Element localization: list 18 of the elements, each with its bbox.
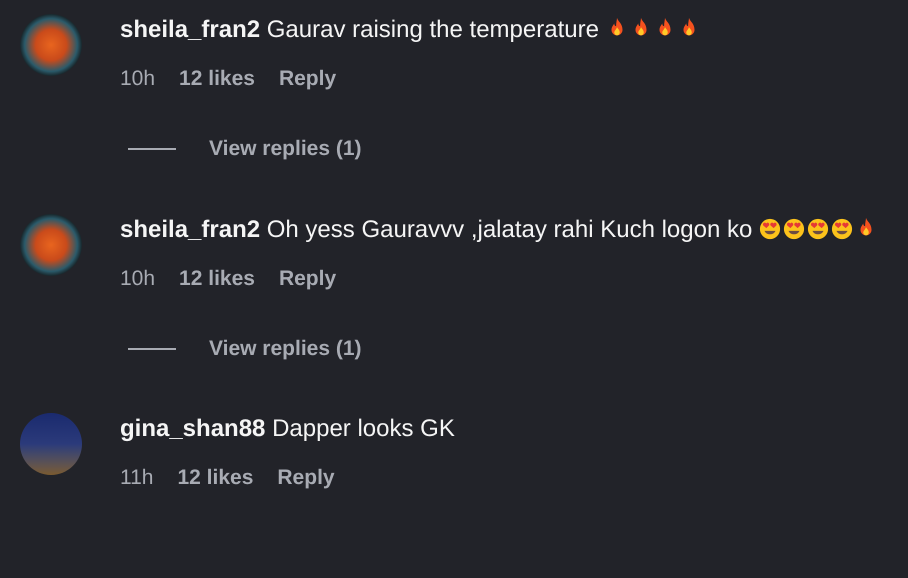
heart-eyes-face-icon (807, 218, 829, 240)
comment-time: 11h (120, 465, 154, 491)
view-replies-button[interactable]: View replies (1) (209, 333, 362, 365)
reply-button[interactable]: Reply (277, 460, 335, 496)
comment-time: 10h (120, 66, 156, 92)
likes-link[interactable]: 12 likes (177, 460, 254, 496)
comment-text: gina_shan88 Dapper looks GK (120, 415, 455, 442)
comment-text: sheila_fran2 Gaurav raising the temperature (120, 16, 599, 43)
reply-button[interactable]: Reply (278, 261, 336, 297)
heart-eyes-face-icon (831, 218, 853, 240)
comment-time: 10h (120, 266, 156, 292)
heart-eyes-face-icon (759, 218, 781, 240)
heart-eyes-face-icon (783, 218, 805, 240)
likes-link[interactable]: 12 likes (179, 61, 255, 97)
likes-link[interactable]: 12 likes (179, 261, 255, 297)
comment-text: sheila_fran2 Oh yess Gauravvv ,jalatay rahi Kuch logon ko (120, 216, 752, 243)
reply-button[interactable]: Reply (278, 61, 336, 97)
view-replies-button[interactable]: View replies (1) (209, 133, 362, 165)
